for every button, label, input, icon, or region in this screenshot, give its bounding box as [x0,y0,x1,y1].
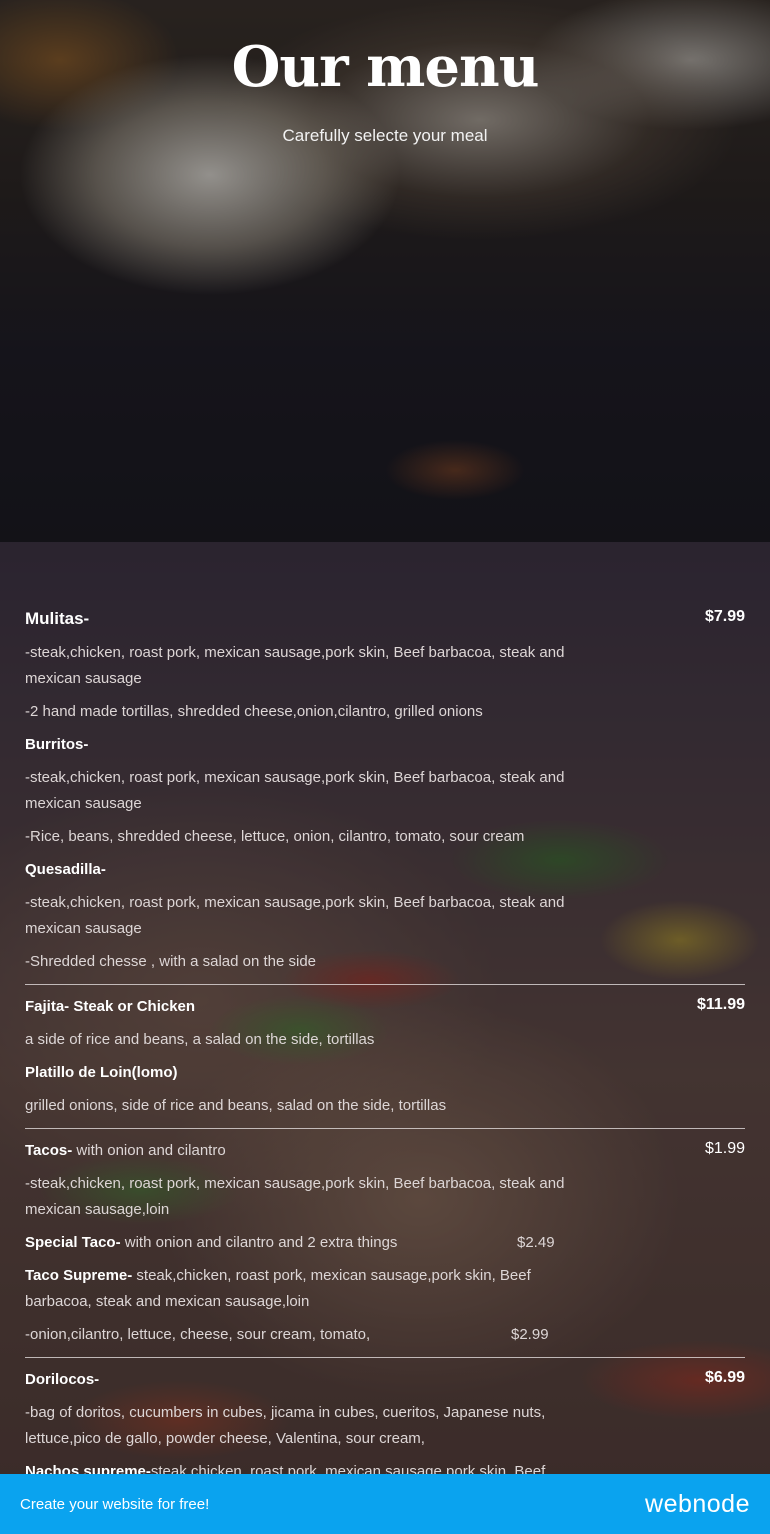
item-description: -steak,chicken, roast pork, mexican saus… [25,769,565,812]
item-name: Special Taco- [25,1234,121,1251]
item-description: -2 hand made tortillas, shredded cheese,… [25,703,483,720]
item-name: Taco Supreme- [25,1267,133,1284]
item-description: -bag of doritos, cucumbers in cubes, jic… [25,1404,546,1447]
item-name: Fajita- Steak or Chicken [25,998,196,1015]
item-price: $2.49 [517,1234,555,1251]
item-description: -steak,chicken, roast pork, mexican saus… [25,644,565,687]
item-description: grilled onions, side of rice and beans, … [25,1097,447,1114]
promo-banner[interactable]: Create your website for free! webnode [0,1474,770,1534]
item-name: Dorilocos- [25,1371,100,1388]
item-name: Burritos- [25,736,89,753]
divider [25,1357,745,1358]
item-name: Platillo de Loin(lomo) [25,1064,178,1081]
divider [25,984,745,985]
menu-item-quesadilla: Quesadilla- [25,857,106,883]
create-website-link[interactable]: Create your website for free! [20,1496,209,1513]
menu-item-tacos: Tacos- with onion and cilantro [25,1138,226,1164]
item-description: -onion,cilantro, lettuce, cheese, sour c… [25,1326,371,1343]
item-subtitle: with onion and cilantro [72,1142,226,1159]
item-price: $11.99 [696,996,745,1013]
menu-item-platillo: Platillo de Loin(lomo) [25,1060,178,1086]
item-name: Tacos- [25,1142,73,1159]
divider [25,1128,745,1129]
item-description: -steak,chicken, roast pork, mexican saus… [25,894,565,937]
webnode-logo[interactable]: webnode [645,1490,750,1519]
item-description: -Rice, beans, shredded cheese, lettuce, … [25,828,525,845]
page-subtitle: Carefully selecte your meal [282,126,488,145]
item-name: Quesadilla- [25,861,106,878]
item-description: a side of rice and beans, a salad on the… [25,1031,375,1048]
hero-section: Our menu Carefully selecte your meal [0,0,770,542]
item-description: -steak,chicken, roast pork, mexican saus… [25,1175,565,1218]
item-price: $7.99 [704,608,745,625]
menu-item-burritos: Burritos- [25,732,88,758]
item-price: $2.99 [511,1326,549,1343]
menu-item-taco-supreme: Taco Supreme- steak,chicken, roast pork,… [25,1263,555,1315]
menu-item-special-taco: Special Taco- with onion and cilantro an… [25,1230,397,1256]
page-title: Our menu [231,34,540,100]
item-name: Mulitas- [25,609,90,628]
item-description: -Shredded chesse , with a salad on the s… [25,953,317,970]
menu-section: Mulitas- $7.99 -steak,chicken, roast por… [0,542,770,1534]
item-price: $6.99 [704,1369,745,1386]
menu-item-fajita: Fajita- Steak or Chicken [25,994,195,1020]
menu-item-mulitas: Mulitas- [25,606,89,633]
item-price: $1.99 [704,1140,745,1157]
menu-item-dorilocos: Dorilocos- [25,1367,99,1393]
item-subtitle: with onion and cilantro and 2 extra thin… [120,1234,398,1251]
